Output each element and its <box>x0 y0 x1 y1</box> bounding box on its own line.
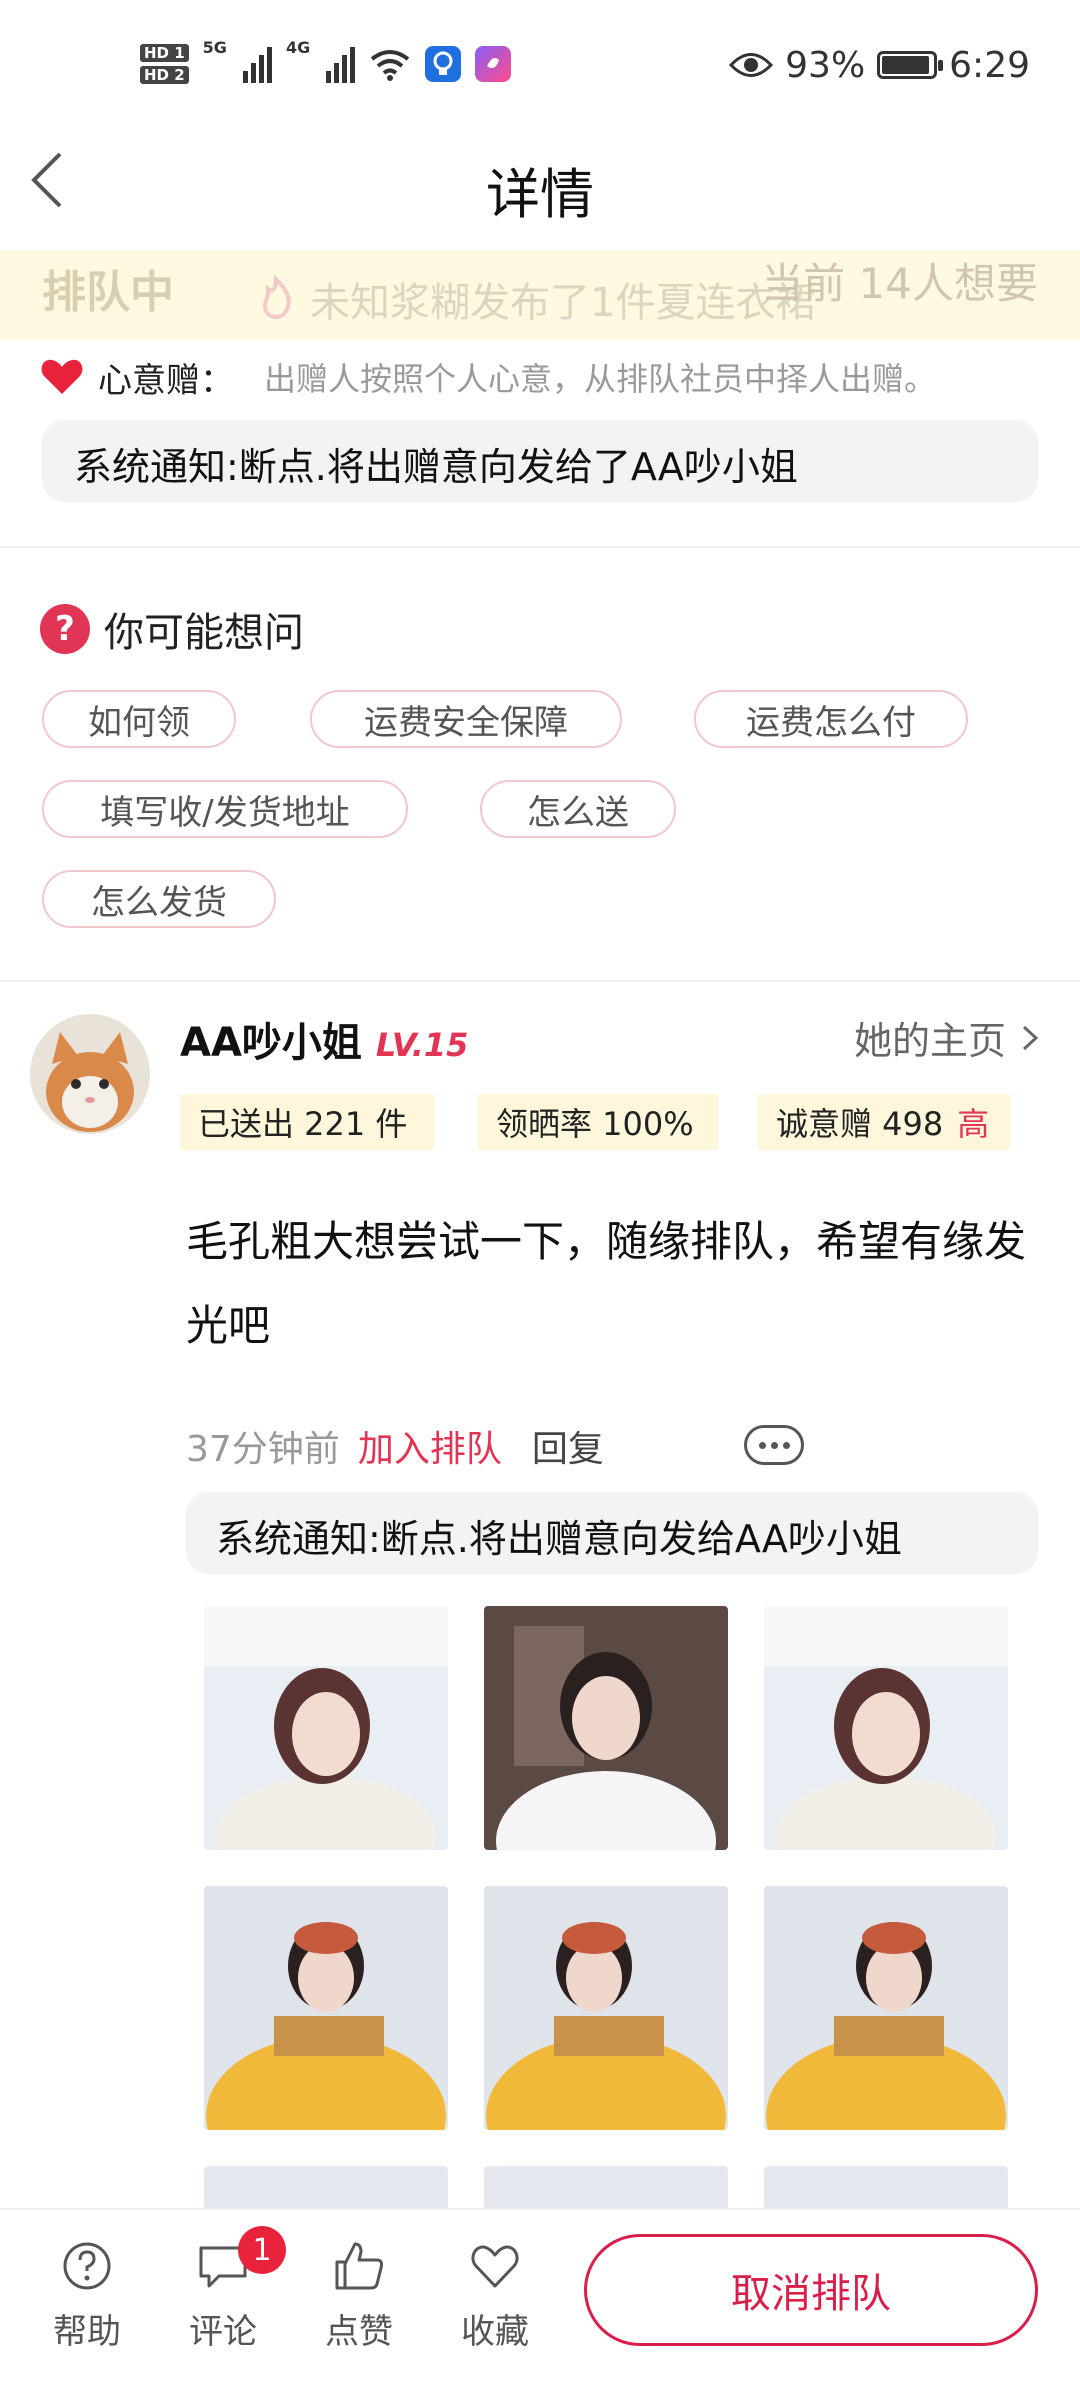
eye-icon <box>729 53 774 77</box>
post-text: 毛孔粗大想尝试一下，随缘排队，希望有缘发光吧 <box>186 1217 1027 1350</box>
photo-2[interactable] <box>484 1606 728 1850</box>
photo-4[interactable] <box>204 1886 448 2130</box>
help-icon <box>63 2242 111 2290</box>
divider <box>0 546 1080 548</box>
photo-3[interactable] <box>764 1606 1008 1850</box>
photo-8[interactable] <box>484 2166 728 2210</box>
faq-chip-address[interactable]: 填写收/发货地址 <box>42 780 408 838</box>
join-queue-link[interactable]: 加入排队 <box>358 1420 502 1472</box>
stat-rate: 领晒率 100% <box>478 1094 718 1150</box>
homepage-link[interactable]: 她的主页 <box>854 1010 1040 1065</box>
page-title: 详情 <box>486 163 594 226</box>
hd1-label: HD 1 <box>140 44 189 62</box>
tab-like-label: 点赞 <box>325 2312 393 2352</box>
tab-help[interactable]: 帮助 <box>32 2238 142 2353</box>
battery-percent: 93% <box>785 44 866 86</box>
photo-1[interactable] <box>204 1606 448 1850</box>
ticker-text: 未知浆糊发布了1件夏连衣裙 <box>310 280 816 326</box>
faq-chip-how-to-send[interactable]: 怎么送 <box>480 780 676 838</box>
question-icon: ? <box>40 604 90 654</box>
hd2-label: HD 2 <box>140 66 189 84</box>
photo-7[interactable] <box>204 2166 448 2210</box>
photo-6[interactable] <box>764 1886 1008 2130</box>
thumbs-up-icon <box>335 2242 383 2290</box>
net2-label: 4G <box>285 38 311 57</box>
status-left: HD 1 HD 2 5G 4G <box>140 34 512 94</box>
faq-title: ? 你可能想问 <box>40 600 304 658</box>
gift-label: 心意赠： <box>98 360 234 401</box>
username[interactable]: AA吵小姐 <box>180 1010 362 1068</box>
ticker: 未知浆糊发布了1件夏连衣裙 <box>252 270 815 328</box>
net1-label: 5G <box>202 38 227 57</box>
tab-help-label: 帮助 <box>53 2312 121 2352</box>
username-row[interactable]: AA吵小姐 LV.15 <box>180 1010 468 1068</box>
system-notice-text: 系统通知:断点.将出赠意向发给了AA吵小姐 <box>74 445 798 489</box>
stat-sincere-tag: 高 <box>957 1105 990 1143</box>
faq-title-text: 你可能想问 <box>104 610 304 656</box>
faq-chip-how-to-ship[interactable]: 怎么发货 <box>42 870 276 928</box>
reply-link[interactable]: 回复 <box>532 1420 604 1472</box>
post-meta: 37分钟前 加入排队 回复 <box>186 1420 604 1472</box>
post-time: 37分钟前 <box>186 1429 340 1470</box>
heart-outline-icon <box>471 2245 519 2288</box>
comment-badge: 1 <box>238 2226 286 2274</box>
avatar[interactable] <box>30 1014 150 1134</box>
chevron-right-icon <box>1022 1025 1039 1050</box>
photo-9[interactable] <box>764 2166 1008 2210</box>
faq-chip-how-to-get[interactable]: 如何领 <box>42 690 236 748</box>
clock: 6:29 <box>949 44 1030 86</box>
gift-desc: 出赠人按照个人心意，从排队社员中择人出赠。 <box>264 360 937 398</box>
heart-icon <box>41 359 83 394</box>
faq-chip-shipping-pay[interactable]: 运费怎么付 <box>694 690 968 748</box>
status-right: 93% 6:29 <box>729 40 1030 90</box>
cancel-queue-button[interactable]: 取消排队 <box>584 2234 1038 2346</box>
want-count: 当前 14人想要 <box>761 259 1038 308</box>
tab-favorite[interactable]: 收藏 <box>440 2238 550 2353</box>
wifi-icon <box>370 50 410 81</box>
signal-icon-2 <box>326 45 356 83</box>
stat-sincere: 诚意赠 498 高 <box>758 1094 1010 1150</box>
signal-icon <box>242 45 272 83</box>
gift-row: 心意赠： 出赠人按照个人心意，从排队社员中择人出赠。 <box>40 352 936 402</box>
stat-sincere-text: 诚意赠 498 <box>776 1105 944 1143</box>
flame-icon <box>262 275 291 319</box>
tab-comment-label: 评论 <box>189 2312 257 2352</box>
homepage-label[interactable]: 她的主页 <box>854 1010 1006 1065</box>
tab-like[interactable]: 点赞 <box>304 2238 414 2353</box>
faq-chip-shipping-safety[interactable]: 运费安全保障 <box>310 690 622 748</box>
divider <box>0 980 1080 982</box>
stat-sent: 已送出 221 件 <box>180 1094 434 1150</box>
queue-status: 排队中 <box>42 267 174 318</box>
photo-5[interactable] <box>484 1886 728 2130</box>
bulb-app-icon <box>425 46 462 82</box>
tab-favorite-label: 收藏 <box>461 2312 529 2352</box>
sim-indicators: HD 1 HD 2 <box>140 44 189 84</box>
more-icon[interactable] <box>744 1425 804 1465</box>
music-app-icon <box>475 46 512 82</box>
post-notice-text: 系统通知:断点.将出赠意向发给AA吵小姐 <box>216 1517 902 1561</box>
battery-icon <box>877 51 944 79</box>
level-badge: LV.15 <box>375 1026 469 1064</box>
